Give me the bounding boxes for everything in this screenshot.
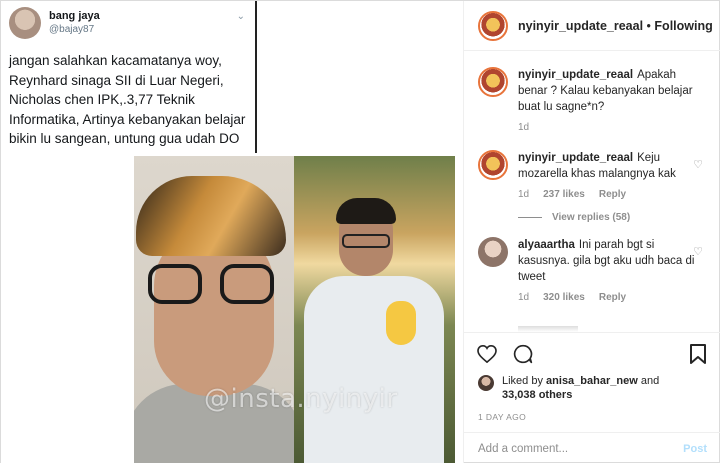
comment-likes[interactable]: 237 likes bbox=[543, 189, 585, 200]
view-replies-label: View replies (58) bbox=[552, 212, 631, 223]
avatar[interactable] bbox=[478, 150, 508, 180]
header-text: nyinyir_update_reaal • Following bbox=[518, 19, 713, 33]
comment-username[interactable]: nyinyir_update_reaal bbox=[518, 69, 633, 81]
comment-meta: 1d bbox=[518, 122, 703, 133]
likes-conjunction: and bbox=[640, 375, 660, 387]
likes-text: Liked by anisa_bahar_new and 33,038 othe… bbox=[502, 374, 659, 402]
likes-prefix: Liked by bbox=[502, 375, 543, 387]
instagram-post-window: bang jaya @bajay87 ⌄ jangan salahkan kac… bbox=[0, 0, 720, 463]
comment-likes[interactable]: 320 likes bbox=[543, 292, 585, 303]
tshirt-shape bbox=[304, 276, 444, 463]
liked-by-user-link[interactable]: anisa_bahar_new bbox=[546, 375, 638, 387]
reply-button[interactable]: Reply bbox=[599, 292, 626, 303]
watermark: @insta.nyinyir bbox=[204, 384, 398, 414]
heart-outline-icon[interactable] bbox=[476, 343, 498, 365]
glasses-shape bbox=[342, 234, 390, 248]
tweet-author-name: bang jaya bbox=[49, 10, 100, 22]
censor-emoji-icon bbox=[386, 301, 416, 345]
comment-time[interactable]: 1d bbox=[518, 292, 529, 303]
list-item: alyaaartha Ini parah bgt si kasusnya. gil… bbox=[478, 237, 707, 303]
post-button[interactable]: Post bbox=[683, 443, 707, 455]
comment-meta: 1d 320 likes Reply bbox=[518, 292, 703, 303]
reply-button[interactable]: Reply bbox=[599, 189, 626, 200]
avatar[interactable] bbox=[478, 10, 508, 41]
glasses-lens-left bbox=[148, 264, 202, 304]
comment-body: nyinyir_update_reaal Keju mozarella khas … bbox=[518, 150, 703, 182]
comment-body: nyinyir_update_reaal Apakah benar ? Kalau… bbox=[518, 67, 703, 115]
chevron-down-icon: ⌄ bbox=[236, 11, 245, 22]
avatar[interactable] bbox=[478, 237, 508, 267]
view-replies-button[interactable]: View replies (58) bbox=[518, 212, 707, 223]
comment-meta: 1d 237 likes Reply bbox=[518, 189, 703, 200]
header-separator: • bbox=[646, 18, 651, 33]
hair-shape bbox=[336, 198, 396, 224]
tweet-avatar bbox=[9, 7, 41, 39]
action-bar bbox=[464, 332, 720, 374]
tweet-text: jangan salahkan kacamatanya woy, Reynhar… bbox=[9, 53, 246, 146]
bookmark-icon[interactable] bbox=[687, 343, 709, 365]
glasses-lens-right bbox=[220, 264, 274, 304]
header-username[interactable]: nyinyir_update_reaal bbox=[518, 19, 643, 33]
comment-username[interactable]: nyinyir_update_reaal bbox=[518, 152, 633, 164]
likes-others-link[interactable]: 33,038 others bbox=[502, 389, 572, 401]
photo-collage: @insta.nyinyir bbox=[134, 156, 455, 463]
likes-summary: Liked by anisa_bahar_new and 33,038 othe… bbox=[464, 374, 720, 402]
avatar[interactable] bbox=[478, 375, 494, 391]
post-timestamp[interactable]: 1 DAY AGO bbox=[464, 402, 720, 432]
comment-time[interactable]: 1d bbox=[518, 122, 529, 133]
post-header: nyinyir_update_reaal • Following bbox=[464, 1, 720, 51]
comment-body: alyaaartha Ini parah bgt si kasusnya. gil… bbox=[518, 237, 703, 285]
tweet-author-handle: @bajay87 bbox=[49, 24, 95, 35]
add-comment-bar: Add a comment... Post bbox=[464, 432, 720, 463]
speech-bubble-icon[interactable] bbox=[512, 343, 534, 365]
caption-comment: nyinyir_update_reaal Apakah benar ? Kalau… bbox=[478, 67, 707, 133]
tweet-author: bang jaya @bajay87 bbox=[49, 10, 100, 36]
comments-list[interactable]: nyinyir_update_reaal Apakah benar ? Kalau… bbox=[464, 51, 720, 332]
comment-time[interactable]: 1d bbox=[518, 189, 529, 200]
tweet-screenshot: bang jaya @bajay87 ⌄ jangan salahkan kac… bbox=[1, 1, 257, 153]
list-item: nyinyir_update_reaal Keju mozarella khas … bbox=[478, 150, 707, 200]
post-image[interactable]: bang jaya @bajay87 ⌄ jangan salahkan kac… bbox=[1, 1, 464, 463]
following-button[interactable]: Following bbox=[654, 19, 712, 33]
comment-input[interactable]: Add a comment... bbox=[478, 443, 568, 455]
divider bbox=[518, 217, 542, 218]
hair-shape bbox=[136, 176, 286, 256]
photo-full-body bbox=[294, 156, 455, 463]
tweet-header: bang jaya @bajay87 bbox=[9, 7, 247, 39]
small-heart-icon[interactable]: ♡ bbox=[693, 158, 703, 171]
photo-closeup-face bbox=[134, 156, 294, 463]
avatar[interactable] bbox=[478, 67, 508, 97]
post-sidebar: nyinyir_update_reaal • Following nyinyir… bbox=[464, 1, 720, 463]
small-heart-icon[interactable]: ♡ bbox=[693, 245, 703, 258]
comment-username[interactable]: alyaaartha bbox=[518, 239, 575, 251]
